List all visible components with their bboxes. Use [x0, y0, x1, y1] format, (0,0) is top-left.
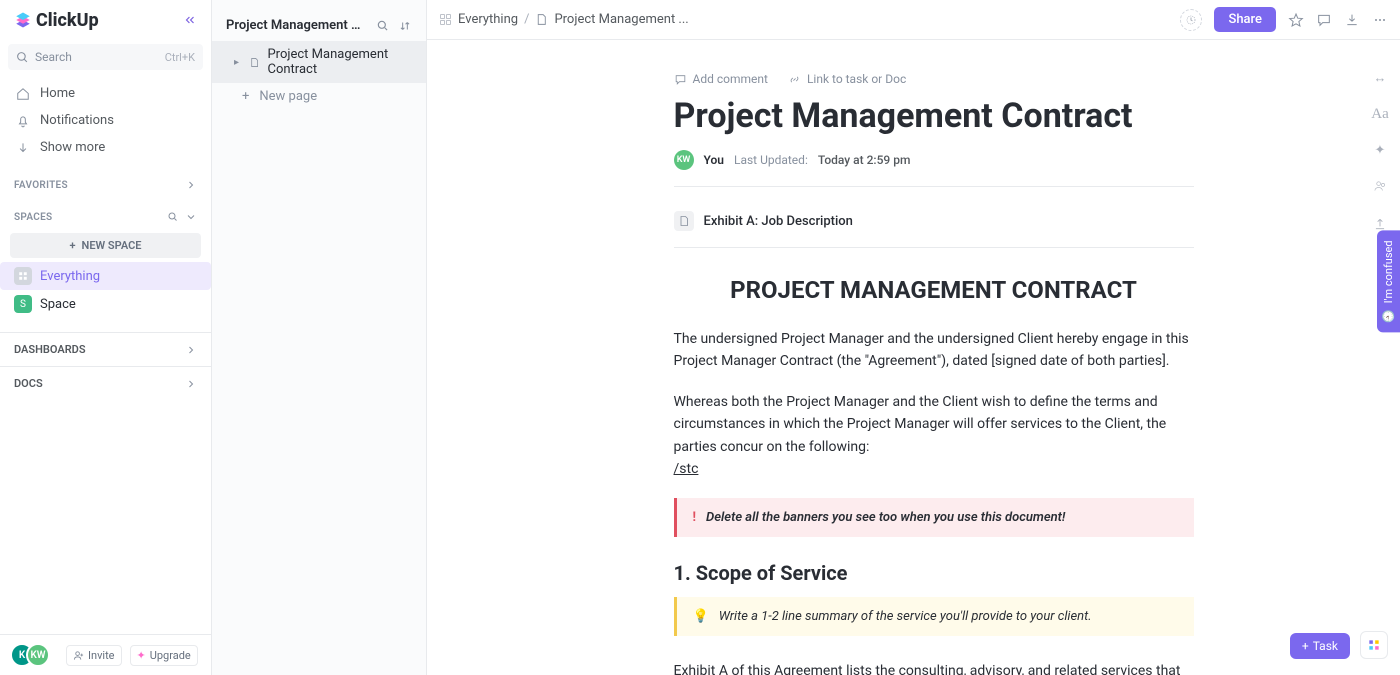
caret-right-icon: ▸ [234, 57, 241, 68]
chevron-right-icon [185, 179, 197, 191]
comment-icon[interactable] [1316, 12, 1332, 28]
doc-heading[interactable]: PROJECT MANAGEMENT CONTRACT [674, 276, 1194, 304]
subpage-link[interactable]: Exhibit A: Job Description [674, 201, 1194, 248]
space-item[interactable]: S Space [0, 290, 211, 318]
chevron-right-icon [185, 378, 197, 390]
nav-show-more[interactable]: Show more [8, 134, 203, 161]
updated-label: Last Updated: [734, 153, 808, 167]
search-spaces-icon[interactable] [167, 211, 179, 223]
doc-page-item[interactable]: ▸ Project Management Contract [212, 41, 426, 83]
bell-icon [16, 114, 30, 128]
expand-icon[interactable]: ↔ [1374, 70, 1387, 86]
history-icon[interactable] [1180, 9, 1202, 31]
chevron-right-icon [185, 344, 197, 356]
search-shortcut: Ctrl+K [165, 51, 195, 64]
collapse-sidebar-icon[interactable] [183, 13, 197, 27]
confused-button[interactable]: 🕑 I'm confused [1377, 230, 1400, 332]
doc-paragraph[interactable]: Exhibit A of this Agreement lists the co… [674, 660, 1194, 675]
author-name: You [704, 153, 724, 167]
sparkle-icon: ✦ [137, 649, 146, 662]
search-icon [16, 51, 29, 64]
grid-icon [14, 267, 32, 285]
star-icon[interactable] [1288, 12, 1304, 28]
main-content: Everything / Project Management ... Shar… [427, 0, 1400, 675]
doc-outline-sidebar: Project Management Services Co… ▸ Projec… [212, 0, 427, 675]
new-space-button[interactable]: + NEW SPACE [10, 233, 201, 258]
search-icon[interactable] [376, 19, 390, 33]
search-input[interactable]: Search Ctrl+K [8, 44, 203, 70]
left-sidebar: ClickUp Search Ctrl+K Home Notifications… [0, 0, 212, 675]
chevron-down-icon[interactable] [185, 211, 197, 223]
new-page-button[interactable]: + New page [212, 83, 426, 110]
chevron-down-icon [16, 141, 30, 155]
banner-tip[interactable]: 💡 Write a 1-2 line summary of the servic… [674, 597, 1194, 636]
invite-button[interactable]: Invite [66, 645, 122, 666]
exclamation-icon: ! [693, 510, 697, 525]
page-icon [535, 13, 548, 26]
space-avatar: S [14, 295, 32, 313]
typography-icon[interactable]: Aa [1371, 106, 1389, 123]
dashboards-section[interactable]: DASHBOARDS [0, 332, 211, 366]
doc-section-heading[interactable]: 1. Scope of Service [674, 561, 1194, 585]
new-task-button[interactable]: + Task [1290, 633, 1350, 659]
clock-icon: 🕑 [1382, 309, 1395, 322]
doc-sidebar-title: Project Management Services Co… [226, 18, 368, 33]
banner-warning[interactable]: ! Delete all the banners you see too whe… [674, 498, 1194, 537]
people-icon[interactable] [1373, 178, 1388, 197]
slash-command[interactable]: /stc [674, 461, 699, 477]
grid-icon[interactable] [439, 13, 452, 26]
spaces-section: SPACES [0, 195, 211, 227]
doc-paragraph[interactable]: The undersigned Project Manager and the … [674, 328, 1194, 373]
logo[interactable]: ClickUp [14, 10, 99, 31]
doc-paragraph[interactable]: Whereas both the Project Manager and the… [674, 391, 1194, 481]
breadcrumb: Everything / Project Management ... [439, 12, 689, 27]
download-icon[interactable] [1344, 12, 1360, 28]
plus-icon: + [1302, 639, 1309, 653]
apps-button[interactable] [1360, 631, 1388, 659]
bulb-icon: 💡 [693, 609, 709, 624]
plus-icon: + [69, 239, 75, 252]
nav-notifications[interactable]: Notifications [8, 107, 203, 134]
plus-icon: + [242, 89, 249, 104]
link-task-button[interactable]: Link to task or Doc [788, 72, 906, 86]
sort-icon[interactable] [398, 19, 412, 33]
grid-icon [1367, 638, 1381, 652]
share-button[interactable]: Share [1214, 7, 1276, 32]
author-avatar: KW [674, 150, 694, 170]
user-plus-icon [73, 650, 84, 661]
favorites-section[interactable]: FAVORITES [0, 163, 211, 195]
space-everything[interactable]: Everything [0, 262, 211, 290]
doc-meta: KW You Last Updated: Today at 2:59 pm [674, 150, 1194, 187]
right-toolbar: ↔ Aa ✦ [1360, 40, 1400, 675]
comment-icon [674, 73, 687, 86]
breadcrumb-root[interactable]: Everything [458, 12, 518, 27]
user-avatars[interactable]: K KW [10, 643, 50, 667]
upgrade-button[interactable]: ✦ Upgrade [130, 645, 198, 666]
link-icon [788, 73, 801, 86]
avatar: KW [26, 643, 50, 667]
updated-time: Today at 2:59 pm [818, 153, 911, 167]
clickup-logo-icon [14, 11, 32, 29]
page-icon [249, 56, 260, 69]
nav-home[interactable]: Home [8, 80, 203, 107]
doc-title[interactable]: Project Management Contract [674, 96, 1194, 136]
page-icon [674, 211, 694, 231]
sidebar-footer: K KW Invite ✦ Upgrade [0, 634, 211, 675]
home-icon [16, 87, 30, 101]
breadcrumb-current[interactable]: Project Management ... [554, 12, 688, 27]
ai-icon[interactable]: ✦ [1375, 143, 1386, 158]
app-name: ClickUp [36, 10, 99, 31]
topbar: Everything / Project Management ... Shar… [427, 0, 1400, 40]
docs-section[interactable]: DOCS [0, 366, 211, 400]
add-comment-button[interactable]: Add comment [674, 72, 768, 86]
more-icon[interactable] [1372, 12, 1388, 28]
